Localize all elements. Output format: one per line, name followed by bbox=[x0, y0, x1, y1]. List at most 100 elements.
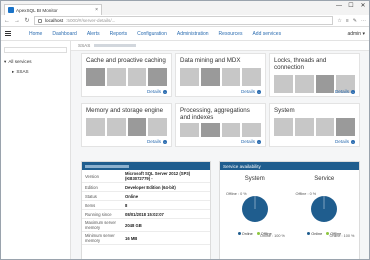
details-link[interactable]: Details › bbox=[147, 139, 167, 144]
browser-toolbar-icons: ☆ ≡ ✎ ⋯ bbox=[337, 18, 366, 24]
hub-icon[interactable]: ≡ bbox=[346, 18, 349, 24]
maximize-icon[interactable]: ☐ bbox=[345, 1, 357, 11]
metric-tile[interactable] bbox=[221, 68, 241, 86]
details-link[interactable]: Details › bbox=[241, 139, 261, 144]
hamburger-menu-icon[interactable] bbox=[5, 31, 11, 36]
minimize-icon[interactable]: — bbox=[333, 1, 345, 11]
menu-reports[interactable]: Reports bbox=[110, 31, 128, 37]
metric-tile[interactable] bbox=[106, 118, 126, 136]
metric-tile[interactable] bbox=[336, 118, 355, 136]
metric-tile[interactable] bbox=[180, 123, 199, 137]
details-link[interactable]: Details › bbox=[147, 89, 167, 94]
menu-administration[interactable]: Administration bbox=[177, 31, 209, 37]
tab-close-icon[interactable]: × bbox=[95, 7, 98, 13]
tree-item-all-services[interactable]: ▾ All services bbox=[4, 59, 67, 65]
metric-tile[interactable] bbox=[180, 68, 199, 86]
browser-tab[interactable]: ApexSQL BI Monitor × bbox=[4, 4, 102, 15]
refresh-icon[interactable]: ↻ bbox=[24, 17, 30, 24]
back-icon[interactable]: ← bbox=[4, 18, 10, 24]
legend-online[interactable]: Online bbox=[237, 232, 253, 236]
tab-title: ApexSQL BI Monitor bbox=[16, 7, 58, 13]
info-value: Developer Edition (64-bit) bbox=[125, 184, 176, 190]
info-row: Edition Developer Edition (64-bit) bbox=[82, 183, 210, 192]
info-value: 2048 GB bbox=[125, 222, 142, 228]
metric-tile[interactable] bbox=[242, 68, 261, 86]
forward-icon[interactable]: → bbox=[14, 18, 20, 24]
menu-home[interactable]: Home bbox=[29, 31, 42, 37]
breadcrumb: SSAS bbox=[71, 41, 369, 51]
details-link[interactable]: Details › bbox=[335, 139, 355, 144]
details-link[interactable]: Details › bbox=[241, 89, 261, 94]
metric-tile[interactable] bbox=[294, 75, 314, 93]
menu-alerts[interactable]: Alerts bbox=[87, 31, 100, 37]
close-window-icon[interactable]: ✕ bbox=[357, 1, 369, 11]
browser-window: ApexSQL BI Monitor × — ☐ ✕ ← → ↻ localho… bbox=[0, 0, 370, 260]
pie-chart bbox=[311, 196, 338, 222]
breadcrumb-item[interactable]: SSAS bbox=[78, 43, 90, 48]
user-menu[interactable]: admin ▾ bbox=[347, 31, 365, 37]
metric-tile[interactable] bbox=[315, 75, 335, 93]
server-info-header bbox=[82, 162, 210, 170]
metric-tile[interactable] bbox=[127, 118, 147, 136]
metric-tile[interactable] bbox=[86, 68, 105, 86]
availability-charts: System Offline : 0 % Online : 100 % Onli… bbox=[220, 170, 359, 256]
details-label: Details bbox=[334, 89, 349, 94]
arrow-right-icon: › bbox=[351, 89, 355, 94]
metric-tile[interactable] bbox=[242, 123, 261, 137]
note-icon[interactable]: ✎ bbox=[353, 18, 357, 24]
info-key: Maximum server memory bbox=[85, 220, 116, 230]
pie-service: Service Offline : 0 % Online : 100 % Onl… bbox=[290, 176, 360, 256]
more-icon[interactable]: ⋯ bbox=[361, 18, 366, 24]
info-key: Running since bbox=[85, 211, 112, 217]
card-data-mining: Data mining and MDX Details › bbox=[175, 53, 266, 97]
card-title: Cache and proactive caching bbox=[86, 57, 166, 64]
info-row: Maximum server memory 2048 GB bbox=[82, 219, 210, 232]
expand-toggle-icon[interactable]: ▾ bbox=[4, 59, 6, 65]
details-link[interactable]: Details › bbox=[335, 89, 355, 94]
menu-dashboard[interactable]: Dashboard bbox=[52, 31, 76, 37]
app-favicon-icon bbox=[8, 7, 14, 13]
info-value: 8 bbox=[125, 202, 128, 208]
info-key: Items bbox=[85, 202, 96, 208]
metric-tile[interactable] bbox=[274, 118, 293, 136]
address-bar: ← → ↻ localhost:5000/#/server-details/..… bbox=[1, 15, 369, 27]
metric-tile[interactable] bbox=[315, 118, 335, 136]
info-key: Status bbox=[85, 193, 97, 199]
metric-tile[interactable] bbox=[106, 68, 126, 86]
url-path: :5000/#/server-details/... bbox=[66, 18, 116, 23]
url-field[interactable]: localhost:5000/#/server-details/... bbox=[34, 16, 334, 25]
expand-toggle-icon[interactable]: ▸ bbox=[12, 69, 14, 75]
legend-label: Online bbox=[311, 232, 323, 236]
info-row: Running since 08/01/2018 15:02:07 bbox=[82, 210, 210, 219]
metric-tile[interactable] bbox=[200, 123, 220, 137]
tree-item-ssas[interactable]: ▸ SSAS bbox=[12, 69, 67, 75]
pie-offline-label: Offline : 0 % bbox=[226, 192, 247, 196]
metric-tile[interactable] bbox=[148, 68, 167, 86]
metric-tile[interactable] bbox=[127, 68, 147, 86]
card-cache: Cache and proactive caching Details › bbox=[81, 53, 172, 97]
metric-tile[interactable] bbox=[294, 118, 314, 136]
details-label: Details bbox=[240, 139, 255, 144]
info-row: Status Online bbox=[82, 192, 210, 201]
pie-system: System Offline : 0 % Online : 100 % Onli… bbox=[220, 176, 290, 256]
app-navbar: Home Dashboard Alerts Reports Configurat… bbox=[1, 27, 369, 41]
details-label: Details bbox=[146, 139, 161, 144]
app-body: ▾ All services ▸ SSAS SSAS Cache and pro… bbox=[1, 41, 369, 259]
menu-configuration[interactable]: Configuration bbox=[137, 31, 167, 37]
metric-tile[interactable] bbox=[148, 118, 167, 136]
metric-tile[interactable] bbox=[86, 118, 105, 136]
availability-header: Service availability bbox=[220, 162, 359, 170]
metric-tile[interactable] bbox=[274, 75, 293, 93]
menu-add-services[interactable]: Add services bbox=[252, 31, 281, 37]
metric-tiles bbox=[270, 114, 359, 136]
info-value: 16 MB bbox=[125, 235, 138, 241]
sidebar-filter-input[interactable] bbox=[4, 47, 67, 53]
legend-online[interactable]: Online bbox=[307, 232, 322, 236]
metric-tile[interactable] bbox=[221, 123, 241, 137]
info-key: Minimum server memory bbox=[85, 233, 115, 243]
menu-resources[interactable]: Resources bbox=[219, 31, 243, 37]
browser-titlebar: ApexSQL BI Monitor × — ☐ ✕ bbox=[1, 1, 369, 15]
favorite-star-icon[interactable]: ☆ bbox=[337, 18, 341, 24]
breadcrumb-redacted bbox=[94, 44, 137, 47]
metric-tile[interactable] bbox=[200, 68, 220, 86]
